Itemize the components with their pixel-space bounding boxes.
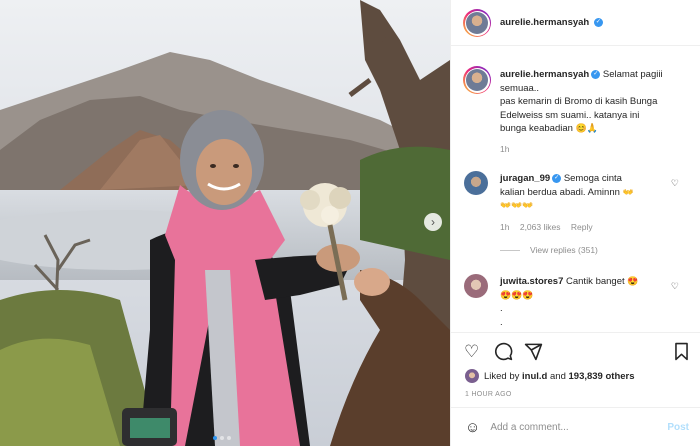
commenter-avatar[interactable]	[464, 171, 488, 195]
verified-badge-icon: ✓	[552, 173, 562, 183]
carousel-dot	[213, 436, 217, 440]
caption-line: pas kemarin di Bromo di kasih Bunga	[500, 96, 658, 107]
liked-by-user[interactable]: inul.d	[522, 371, 547, 382]
reply-button[interactable]: Reply	[571, 222, 593, 232]
photo-scene	[0, 0, 450, 446]
post-photo[interactable]: ›	[0, 0, 450, 446]
comment-emoji-line: 😍😍😍	[500, 289, 534, 300]
view-replies-button[interactable]: View replies (351)	[500, 245, 598, 255]
likes-summary[interactable]: Liked by inul.d and 193,839 others	[465, 369, 635, 383]
commenter-avatar[interactable]	[464, 274, 488, 298]
liked-by-prefix: Liked by	[484, 370, 520, 382]
comment-input[interactable]: Add a comment...	[490, 422, 667, 433]
like-comment-heart-icon[interactable]: ♡	[671, 281, 679, 292]
post-details-panel: aurelie.hermansyah ✓ aurelie.hermansyah ✓…	[450, 0, 700, 446]
like-comment-heart-icon[interactable]: ♡	[671, 178, 679, 189]
comment: juragan_99 ✓ Semoga cinta kalian berdua a…	[500, 172, 675, 213]
comment-username[interactable]: juragan_99	[500, 173, 550, 184]
carousel-dot	[227, 436, 231, 440]
comment-icon[interactable]	[494, 342, 513, 361]
heart-icon[interactable]: ♡	[464, 343, 479, 360]
comment-likes[interactable]: 2,063 likes	[520, 222, 561, 232]
carousel-indicators	[213, 436, 231, 440]
caption-line: Edelweiss sm suami.. katanya ini	[500, 109, 640, 121]
bookmark-icon[interactable]	[673, 342, 690, 361]
comment-text: Semoga cinta	[563, 173, 622, 184]
chevron-right-icon: ›	[431, 215, 435, 229]
liker-avatar	[465, 369, 479, 383]
carousel-dot	[220, 436, 224, 440]
comment-emoji-line: 👐👐👐	[500, 200, 534, 210]
author-username[interactable]: aurelie.hermansyah	[500, 17, 589, 28]
comment-time: 1h	[500, 222, 510, 232]
comment-text: kalian berdua abadi. Aminnn	[500, 186, 620, 198]
verified-badge-icon: ✓	[591, 69, 601, 79]
liked-by-count[interactable]: 193,839 others	[569, 371, 635, 382]
verified-badge-icon: ✓	[593, 17, 603, 27]
caption-time: 1h	[500, 144, 510, 154]
caption-username[interactable]: aurelie.hermansyah	[500, 69, 589, 80]
add-comment-bar: ☺ Add a comment... Post	[451, 407, 700, 446]
smiling-face-emoji: 😊🙏	[575, 123, 598, 133]
emoji-icon[interactable]: ☺	[465, 419, 480, 436]
post-header: aurelie.hermansyah ✓	[451, 0, 700, 46]
view-replies-label: View replies (351)	[530, 245, 598, 255]
caption-line: semuaa..	[500, 82, 540, 94]
post-actions: ♡ Liked by inul.d and 193,839 others 1 H…	[451, 332, 700, 407]
post-comment-button[interactable]: Post	[667, 422, 689, 433]
comment-meta: 1h 2,063 likes Reply	[500, 222, 593, 232]
post-caption: aurelie.hermansyah ✓ Selamat pagiii semua…	[500, 68, 690, 136]
next-photo-button[interactable]: ›	[424, 213, 442, 231]
author-avatar[interactable]	[463, 9, 491, 37]
comment: juwita.stores7 Cantik banget 😍 😍😍😍 . .	[500, 275, 675, 329]
comment-username[interactable]: juwita.stores7	[500, 276, 563, 287]
comment-text: .	[500, 303, 503, 314]
share-icon[interactable]	[524, 342, 543, 361]
post-time-ago: 1 HOUR AGO	[465, 391, 512, 398]
liked-by-mid: and	[550, 370, 566, 382]
comment-text: Cantik banget	[566, 276, 625, 287]
hands-emoji: 👐	[622, 186, 634, 197]
caption-author-avatar[interactable]	[463, 66, 491, 94]
comments-list[interactable]: aurelie.hermansyah ✓ Selamat pagiii semua…	[451, 46, 700, 332]
comment-text: .	[500, 316, 503, 328]
caption-line: Selamat pagiii	[602, 69, 663, 80]
heart-eyes-emoji: 😍	[627, 276, 639, 286]
caption-line: bunga keabadian	[500, 123, 573, 134]
